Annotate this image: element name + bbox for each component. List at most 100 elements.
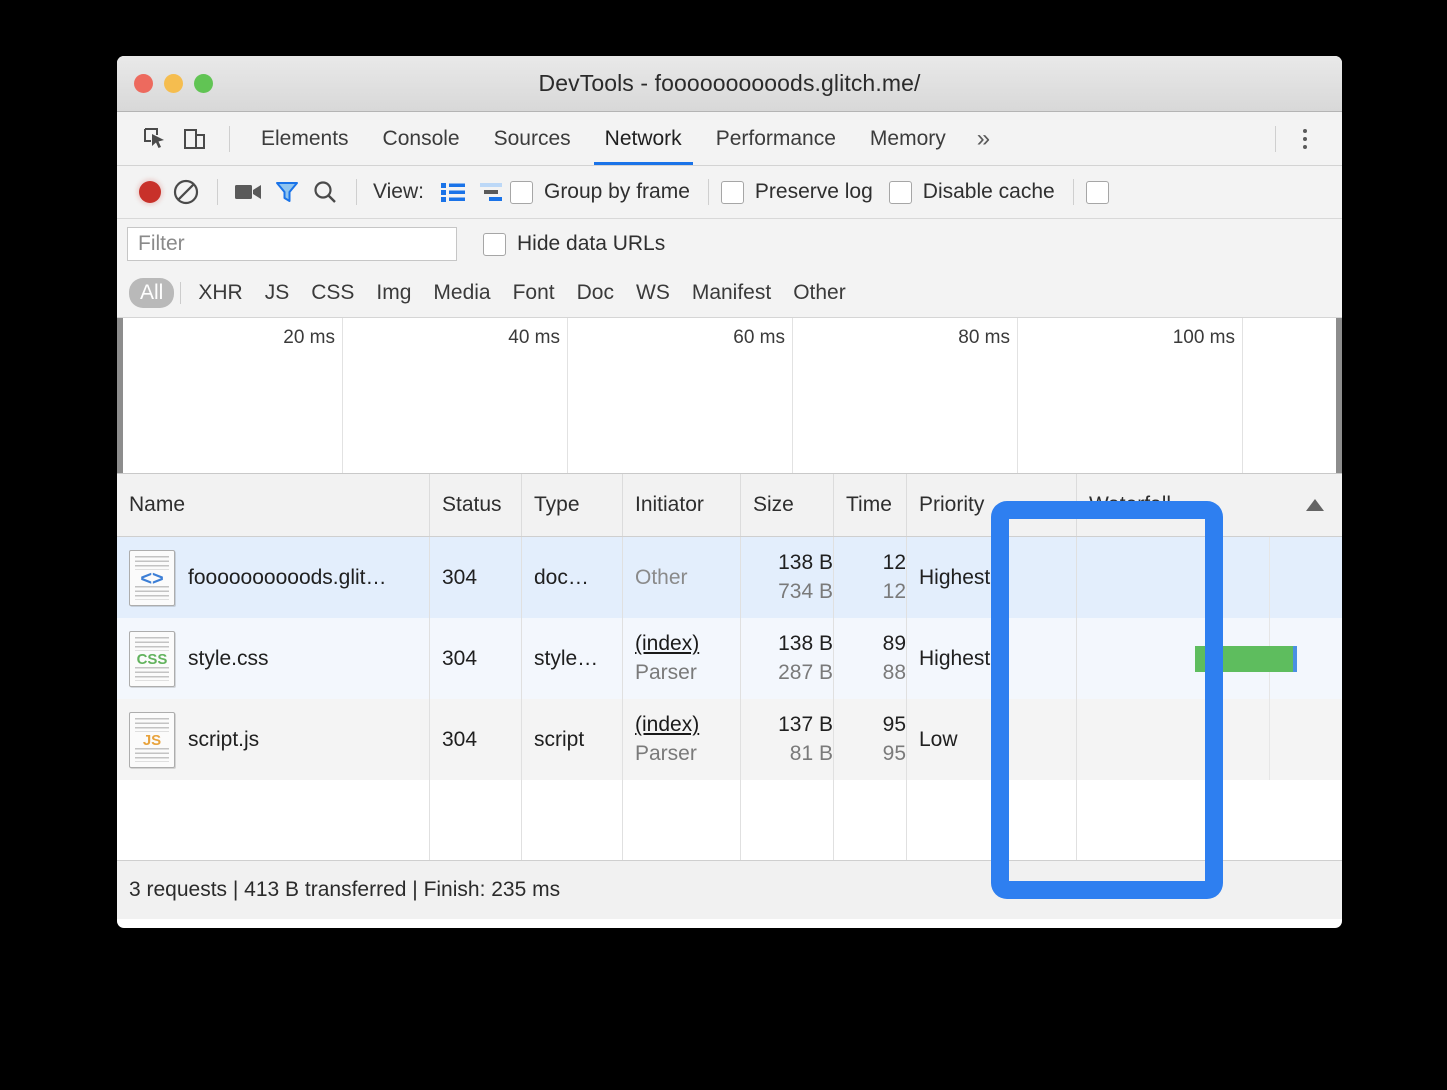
cell-initiator-link[interactable]: (index) <box>635 713 699 737</box>
column-header-status[interactable]: Status <box>430 474 522 536</box>
vertical-dots-icon[interactable] <box>1288 119 1322 159</box>
chip-font[interactable]: Font <box>502 278 566 308</box>
css-file-icon: CSS <box>129 630 175 687</box>
column-header-priority[interactable]: Priority <box>907 474 1077 536</box>
clear-icon[interactable] <box>167 175 205 209</box>
hide-data-urls-checkbox[interactable]: Hide data URLs <box>483 232 665 256</box>
timeline-gridline <box>567 318 568 473</box>
cell-initiator-link[interactable]: (index) <box>635 632 699 656</box>
search-icon[interactable] <box>306 175 344 209</box>
toolbar-divider-4 <box>1072 179 1074 205</box>
column-header-waterfall[interactable]: Waterfall <box>1077 474 1342 536</box>
window-title-bar: DevTools - foooooooooods.glitch.me/ <box>117 56 1342 112</box>
tab-memory[interactable]: Memory <box>853 112 963 165</box>
cell-initiator[interactable]: (index) Parser <box>623 618 741 699</box>
inspect-element-icon[interactable] <box>135 119 175 159</box>
disable-cache-label: Disable cache <box>922 180 1055 203</box>
toolbar-divider-1 <box>217 179 218 205</box>
devtools-tab-bar: Elements Console Sources Network Perform… <box>117 112 1342 166</box>
close-window-button[interactable] <box>134 74 153 93</box>
table-row[interactable]: <> foooooooooods.glit… 304 doc… Other 13… <box>117 537 1342 618</box>
chip-xhr[interactable]: XHR <box>187 278 253 308</box>
checkbox-box <box>888 180 912 204</box>
cell-time-latency: 12 <box>882 580 906 603</box>
cell-time-total: 12 <box>882 551 906 574</box>
capture-screenshots-icon[interactable] <box>230 175 268 209</box>
cell-size: 138 B 287 B <box>741 618 834 699</box>
tab-console[interactable]: Console <box>366 112 477 165</box>
chip-js[interactable]: JS <box>254 278 301 308</box>
device-toolbar-icon[interactable] <box>175 119 215 159</box>
tab-elements[interactable]: Elements <box>244 112 366 165</box>
timeline-gridline <box>792 318 793 473</box>
filter-funnel-icon[interactable] <box>268 175 306 209</box>
window-traffic-lights <box>134 56 213 111</box>
cell-time: 95 95 <box>834 699 907 780</box>
tab-overflow-chevron-icon[interactable]: » <box>963 112 1004 165</box>
empty-cell <box>907 780 1077 860</box>
disable-cache-checkbox[interactable]: Disable cache <box>888 180 1055 204</box>
js-file-icon: JS <box>129 711 175 768</box>
timeline-gridline <box>1242 318 1243 473</box>
chip-doc[interactable]: Doc <box>566 278 625 308</box>
tab-network[interactable]: Network <box>588 112 699 165</box>
chip-other[interactable]: Other <box>782 278 857 308</box>
waterfall-view-icon[interactable] <box>472 175 510 209</box>
overview-right-handle[interactable] <box>1336 318 1342 473</box>
chip-all[interactable]: All <box>129 278 175 308</box>
checkbox-box <box>720 180 744 204</box>
empty-cell <box>1077 780 1342 860</box>
zoom-window-button[interactable] <box>194 74 213 93</box>
cell-name[interactable]: CSS style.css <box>117 618 430 699</box>
minimize-window-button[interactable] <box>164 74 183 93</box>
screenshot-root: DevTools - foooooooooods.glitch.me/ Elem… <box>0 0 1447 1090</box>
cell-priority: Low <box>907 699 1077 780</box>
column-header-time[interactable]: Time <box>834 474 907 536</box>
cell-type: doc… <box>522 537 623 618</box>
cell-size-resource: 287 B <box>778 661 833 684</box>
chip-media[interactable]: Media <box>422 278 501 308</box>
cell-initiator[interactable]: (index) Parser <box>623 699 741 780</box>
table-row[interactable]: CSS style.css 304 style… (index) Parser … <box>117 618 1342 699</box>
timeline-tick-label: 20 ms <box>283 327 335 348</box>
overview-left-handle[interactable] <box>117 318 123 473</box>
chip-ws[interactable]: WS <box>625 278 681 308</box>
tab-performance[interactable]: Performance <box>699 112 853 165</box>
cell-time-total: 89 <box>882 632 906 655</box>
waterfall-bar <box>1195 645 1297 672</box>
view-label: View: <box>373 180 424 203</box>
column-header-size[interactable]: Size <box>741 474 834 536</box>
group-by-frame-checkbox[interactable]: Group by frame <box>509 180 690 204</box>
network-toolbar: View: Group by frame Preserve log Disabl… <box>117 166 1342 219</box>
cell-size-transferred: 138 B <box>778 551 833 574</box>
timeline-gridline <box>342 318 343 473</box>
cell-size: 138 B 734 B <box>741 537 834 618</box>
cell-time: 12 12 <box>834 537 907 618</box>
cell-status: 304 <box>430 699 522 780</box>
chip-manifest[interactable]: Manifest <box>681 278 782 308</box>
column-header-type[interactable]: Type <box>522 474 623 536</box>
cell-name[interactable]: <> foooooooooods.glit… <box>117 537 430 618</box>
tab-sources[interactable]: Sources <box>477 112 588 165</box>
chip-img[interactable]: Img <box>365 278 422 308</box>
column-header-initiator[interactable]: Initiator <box>623 474 741 536</box>
filter-row: Hide data URLs <box>117 219 1342 269</box>
offline-checkbox[interactable] <box>1085 180 1120 204</box>
cell-name[interactable]: JS script.js <box>117 699 430 780</box>
chip-css[interactable]: CSS <box>300 278 365 308</box>
cell-waterfall <box>1077 699 1342 780</box>
cell-time-latency: 88 <box>882 661 906 684</box>
timeline-tick-label: 80 ms <box>958 327 1010 348</box>
network-overview-timeline[interactable]: 20 ms 40 ms 60 ms 80 ms 100 ms <box>117 318 1342 474</box>
list-view-icon[interactable] <box>434 175 472 209</box>
timeline-tick-label: 60 ms <box>733 327 785 348</box>
filter-input[interactable] <box>127 227 457 261</box>
preserve-log-checkbox[interactable]: Preserve log <box>720 180 873 204</box>
cell-name-text: style.css <box>188 646 269 670</box>
network-requests-table: Name Status Type Initiator Size Time Pri… <box>117 474 1342 860</box>
empty-cell <box>117 780 430 860</box>
column-header-name[interactable]: Name <box>117 474 430 536</box>
record-button-icon[interactable] <box>133 175 167 209</box>
table-row[interactable]: JS script.js 304 script (index) Parser 1… <box>117 699 1342 780</box>
cell-size-transferred: 137 B <box>778 713 833 736</box>
